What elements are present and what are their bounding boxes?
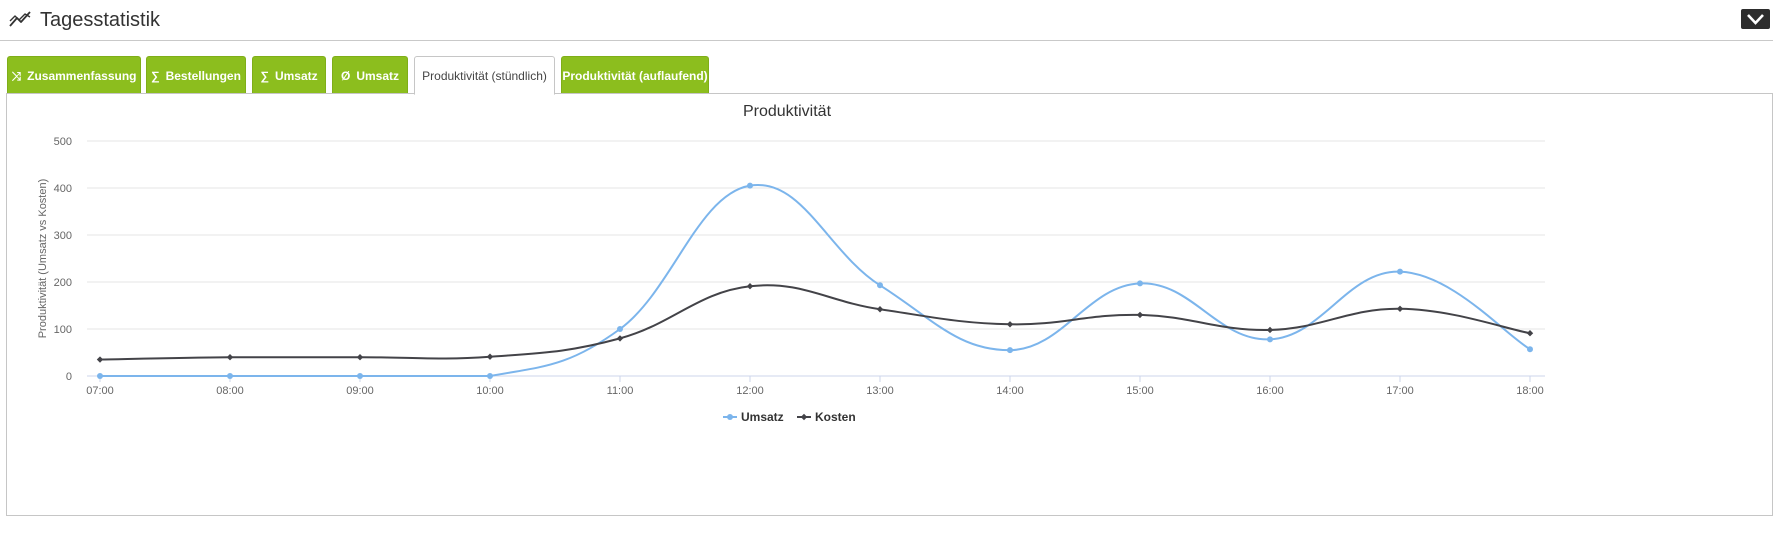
data-point-kosten bbox=[876, 306, 884, 313]
data-point-umsatz bbox=[487, 373, 493, 379]
data-point-kosten bbox=[486, 353, 494, 360]
data-point-kosten bbox=[1006, 321, 1014, 328]
x-tick-label: 12:00 bbox=[736, 385, 764, 397]
data-point-umsatz bbox=[617, 326, 623, 332]
data-point-kosten bbox=[226, 354, 234, 361]
data-point-kosten bbox=[1526, 330, 1534, 337]
average-icon: Ø bbox=[340, 69, 351, 83]
tab-label: Produktivität (auflaufend) bbox=[562, 69, 708, 83]
legend-swatch-marker bbox=[727, 414, 733, 420]
legend-swatch-marker bbox=[800, 413, 808, 421]
y-tick-label: 0 bbox=[66, 371, 72, 383]
sum-icon: ∑ bbox=[151, 69, 160, 83]
x-tick-label: 17:00 bbox=[1386, 385, 1414, 397]
collapse-button[interactable] bbox=[1741, 9, 1770, 29]
tab-umsatz-sum[interactable]: ∑ Umsatz bbox=[252, 56, 326, 94]
tab-label: Zusammenfassung bbox=[27, 69, 137, 83]
x-tick-label: 07:00 bbox=[86, 385, 114, 397]
data-point-kosten bbox=[356, 354, 364, 361]
series-line-umsatz bbox=[99, 184, 1531, 378]
shuffle-icon: ⤨ bbox=[11, 69, 22, 83]
x-tick-label: 14:00 bbox=[996, 385, 1024, 397]
sum-icon: ∑ bbox=[260, 69, 269, 83]
x-tick-label: 18:00 bbox=[1516, 385, 1544, 397]
y-axis-label: Produktivität (Umsatz vs Kosten) bbox=[37, 179, 49, 339]
data-point-umsatz bbox=[1007, 347, 1013, 354]
chart-panel: Produktivität 0 100 200 300 400 500 07:00 08:00 0… bbox=[6, 93, 1773, 516]
chevron-down-icon bbox=[1747, 14, 1764, 25]
x-tick-label: 11:00 bbox=[607, 385, 634, 397]
panel-header: Tagesstatistik bbox=[0, 0, 1773, 41]
data-point-umsatz bbox=[747, 182, 753, 189]
tab-bestellungen[interactable]: ∑ Bestellungen bbox=[146, 56, 246, 94]
data-point-umsatz bbox=[97, 373, 103, 379]
x-tick-label: 13:00 bbox=[866, 385, 894, 397]
data-point-kosten bbox=[1396, 305, 1404, 312]
tab-label: Umsatz bbox=[274, 69, 318, 83]
data-point-kosten bbox=[96, 356, 104, 363]
data-point-umsatz bbox=[357, 373, 363, 379]
data-point-umsatz bbox=[1137, 280, 1143, 287]
y-tick-label: 400 bbox=[54, 183, 72, 195]
tab-produktivitaet-stuendlich[interactable]: Produktivität (stündlich) bbox=[414, 56, 555, 95]
data-point-umsatz bbox=[1527, 346, 1533, 353]
tab-zusammenfassung[interactable]: ⤨ Zusammenfassung bbox=[7, 56, 141, 94]
x-tick-label: 09:00 bbox=[346, 385, 374, 397]
data-point-umsatz bbox=[1267, 336, 1273, 343]
tab-label: Bestellungen bbox=[165, 69, 241, 83]
productivity-chart: Produktivität 0 100 200 300 400 500 07:00 08:00 0… bbox=[37, 103, 1545, 424]
y-tick-label: 200 bbox=[54, 277, 72, 289]
data-point-kosten bbox=[1266, 326, 1274, 334]
tab-label: Umsatz bbox=[356, 69, 400, 83]
chart-title: Produktivität bbox=[743, 103, 832, 120]
panel-title: Tagesstatistik bbox=[40, 9, 161, 31]
y-tick-label: 500 bbox=[54, 136, 72, 148]
tab-label: Produktivität (stündlich) bbox=[422, 69, 547, 83]
data-point-kosten bbox=[1136, 311, 1144, 319]
series-line-kosten bbox=[99, 284, 1531, 361]
data-point-kosten bbox=[616, 335, 624, 342]
x-tick-label: 08:00 bbox=[216, 385, 244, 397]
x-tick-label: 16:00 bbox=[1256, 385, 1284, 397]
tab-produktivitaet-auflaufend[interactable]: Produktivität (auflaufend) bbox=[561, 56, 709, 94]
y-tick-label: 100 bbox=[54, 324, 72, 336]
line-chart-icon bbox=[9, 11, 31, 27]
legend-label-kosten: Kosten bbox=[815, 410, 856, 424]
tab-umsatz-avg[interactable]: Ø Umsatz bbox=[332, 56, 408, 94]
x-tick-label: 15:00 bbox=[1126, 385, 1154, 397]
legend-label-umsatz: Umsatz bbox=[741, 410, 784, 424]
data-point-umsatz bbox=[877, 282, 883, 289]
y-tick-label: 300 bbox=[54, 230, 72, 242]
data-point-kosten bbox=[746, 283, 754, 290]
data-point-umsatz bbox=[227, 373, 233, 379]
x-tick-label: 10:00 bbox=[476, 385, 504, 397]
data-point-umsatz bbox=[1397, 268, 1403, 275]
